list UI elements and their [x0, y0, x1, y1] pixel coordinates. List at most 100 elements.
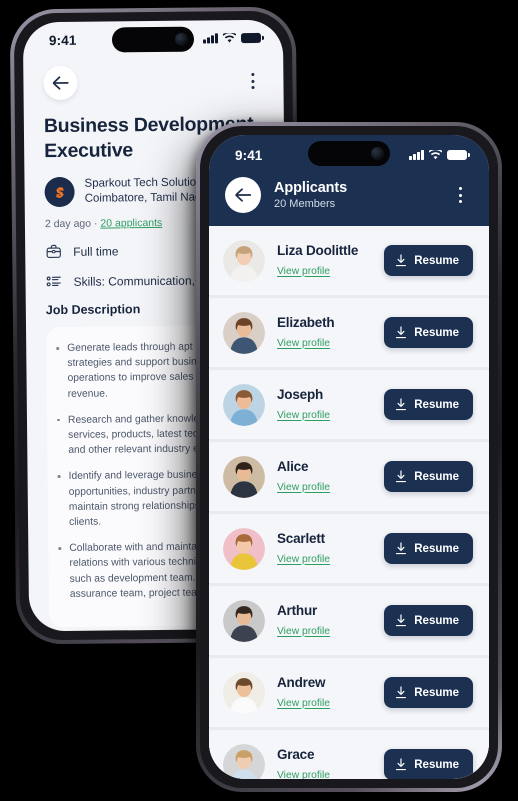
sparkout-logo-icon [44, 176, 75, 208]
more-options-button[interactable] [450, 182, 471, 207]
status-bar: 9:41 [209, 135, 489, 175]
view-profile-link[interactable]: View profile [277, 770, 330, 780]
view-profile-link[interactable]: View profile [277, 698, 330, 709]
resume-download-button[interactable]: Resume [384, 677, 473, 708]
skills-list-icon [46, 276, 61, 287]
resume-download-button[interactable]: Resume [384, 317, 473, 348]
download-icon [396, 254, 407, 267]
phone-bezel: 9:41 [200, 126, 498, 788]
posted-time: 2 day ago [44, 217, 92, 231]
phone-applicants: 9:41 Applicants 20 Members Liza Doolittl… [196, 122, 502, 792]
download-icon [396, 470, 407, 483]
download-icon [396, 758, 407, 771]
camera-lens-icon [174, 32, 189, 46]
logo-glyph [55, 186, 64, 198]
applicant-name: Grace [277, 746, 315, 762]
table-row[interactable]: Arthur View profile Resume [209, 586, 489, 655]
resume-download-button[interactable]: Resume [384, 533, 473, 564]
applicants-link[interactable]: 20 applicants [100, 217, 162, 230]
applicant-info: Scarlett View profile [277, 531, 372, 567]
resume-button-label: Resume [414, 758, 459, 771]
briefcase-icon [46, 244, 61, 258]
applicants-screen: 9:41 Applicants 20 Members Liza Doolittl… [209, 135, 489, 779]
dot [251, 73, 255, 77]
applicants-navbar: Applicants 20 Members [209, 175, 489, 213]
skills-label: Skills: Communication,+8 [73, 272, 209, 289]
back-button[interactable] [225, 177, 261, 213]
view-profile-link[interactable]: View profile [277, 554, 330, 565]
view-profile-link[interactable]: View profile [277, 410, 330, 421]
company-name: Sparkout Tech Solutions [84, 176, 209, 190]
status-time: 9:41 [235, 147, 263, 163]
view-profile-link[interactable]: View profile [277, 482, 330, 493]
table-row[interactable]: Alice View profile Resume [209, 442, 489, 511]
status-time: 9:41 [48, 32, 77, 48]
avatar [223, 383, 265, 426]
dynamic-island [111, 26, 195, 53]
back-arrow-icon [234, 188, 251, 202]
resume-download-button[interactable]: Resume [384, 749, 473, 779]
applicant-name: Joseph [277, 386, 324, 402]
applicants-header: 9:41 Applicants 20 Members [209, 135, 489, 226]
camera-lens-icon [371, 147, 384, 160]
resume-download-button[interactable]: Resume [384, 245, 473, 276]
download-icon [396, 398, 407, 411]
dot [459, 193, 462, 197]
members-count: 20 Members [274, 198, 336, 210]
back-button[interactable] [43, 65, 78, 101]
job-detail-topbar [43, 64, 263, 101]
table-row[interactable]: Elizabeth View profile Resume [209, 298, 489, 367]
wifi-icon [222, 33, 237, 43]
dot [251, 85, 255, 89]
view-profile-link[interactable]: View profile [277, 338, 330, 349]
table-row[interactable]: Liza Doolittle View profile Resume [209, 226, 489, 295]
page-title: Applicants [274, 180, 348, 196]
avatar [223, 743, 265, 779]
download-icon [396, 326, 407, 339]
applicant-name: Alice [277, 458, 309, 474]
applicant-info: Elizabeth View profile [277, 315, 372, 351]
dot [459, 199, 462, 203]
resume-download-button[interactable]: Resume [384, 461, 473, 492]
resume-download-button[interactable]: Resume [384, 389, 473, 420]
view-profile-link[interactable]: View profile [277, 626, 330, 637]
resume-button-label: Resume [414, 398, 459, 411]
applicant-info: Andrew View profile [277, 675, 372, 711]
applicant-info: Liza Doolittle View profile [277, 243, 372, 279]
avatar [223, 239, 265, 282]
more-options-button[interactable] [242, 68, 263, 94]
applicants-title-block: Applicants 20 Members [274, 180, 437, 210]
resume-download-button[interactable]: Resume [384, 605, 473, 636]
dot [251, 79, 255, 83]
table-row[interactable]: Grace View profile Resume [209, 730, 489, 779]
applicant-name: Scarlett [277, 530, 325, 546]
applicant-info: Arthur View profile [277, 603, 372, 639]
cellular-signal-icon [203, 33, 219, 44]
avatar [223, 671, 265, 714]
employment-type-label: Full time [73, 243, 119, 259]
table-row[interactable]: Andrew View profile Resume [209, 658, 489, 727]
cellular-signal-icon [409, 150, 424, 160]
applicant-name: Arthur [277, 602, 318, 618]
company-location: Coimbatore, Tamil Nadu [84, 191, 208, 205]
avatar [223, 455, 265, 498]
table-row[interactable]: Scarlett View profile Resume [209, 514, 489, 583]
download-icon [396, 614, 407, 627]
resume-button-label: Resume [414, 326, 459, 339]
dynamic-island [308, 141, 390, 166]
applicants-list[interactable]: Liza Doolittle View profile Resume Elizabet… [209, 226, 489, 779]
status-bar: 9:41 [23, 20, 283, 59]
applicant-name: Liza Doolittle [277, 242, 359, 258]
applicant-info: Joseph View profile [277, 387, 372, 423]
table-row[interactable]: Joseph View profile Resume [209, 370, 489, 439]
mockup-stage: 9:41 Business Development Executive Spar… [0, 0, 518, 801]
download-icon [396, 686, 407, 699]
resume-button-label: Resume [414, 254, 459, 267]
status-icons [409, 149, 470, 161]
resume-button-label: Resume [414, 542, 459, 555]
applicant-info: Alice View profile [277, 459, 372, 495]
view-profile-link[interactable]: View profile [277, 266, 330, 277]
avatar [223, 599, 265, 642]
resume-button-label: Resume [414, 470, 459, 483]
avatar [223, 527, 265, 570]
